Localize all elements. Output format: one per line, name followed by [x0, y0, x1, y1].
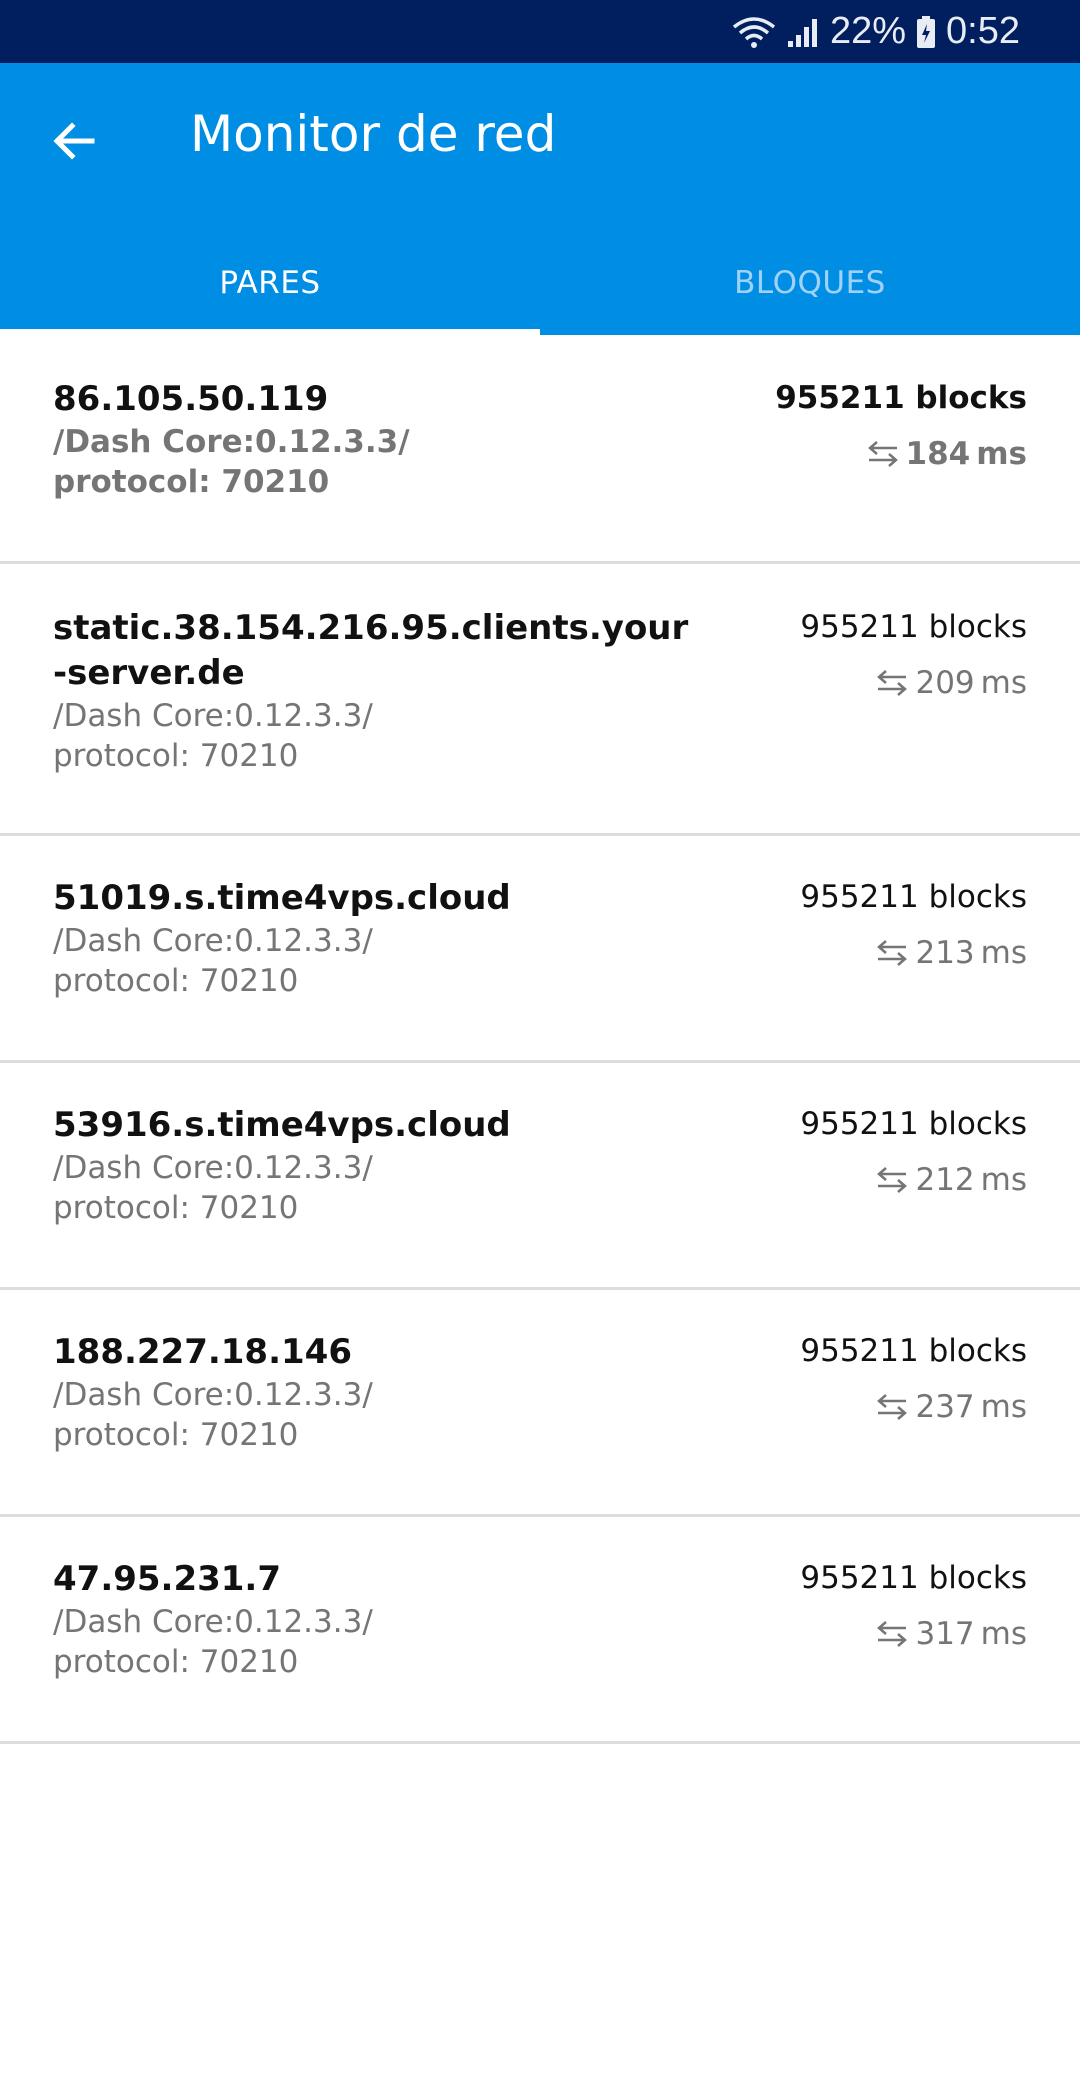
peer-ping: 184: [905, 436, 971, 472]
peer-row[interactable]: 86.105.50.119 /Dash Core:0.12.3.3/ proto…: [0, 335, 1080, 564]
peer-ping: 213: [915, 935, 975, 971]
peer-protocol: protocol: 70210: [53, 1190, 299, 1226]
page-title: Monitor de red: [190, 105, 557, 163]
peer-row[interactable]: 188.227.18.146 /Dash Core:0.12.3.3/ prot…: [0, 1290, 1080, 1517]
swap-arrows-icon: [875, 1392, 909, 1422]
peer-agent: /Dash Core:0.12.3.3/: [53, 1150, 373, 1186]
peer-agent: /Dash Core:0.12.3.3/: [53, 424, 410, 460]
peer-blocks: 955211 blocks: [800, 879, 1027, 915]
peer-protocol: protocol: 70210: [53, 1644, 299, 1680]
peer-row[interactable]: 51019.s.time4vps.cloud /Dash Core:0.12.3…: [0, 836, 1080, 1063]
peer-list: 86.105.50.119 /Dash Core:0.12.3.3/ proto…: [0, 335, 1080, 1744]
clock: 0:52: [946, 10, 1020, 52]
peer-agent: /Dash Core:0.12.3.3/: [53, 1604, 373, 1640]
peer-protocol: protocol: 70210: [53, 963, 299, 999]
peer-ping-unit: ms: [980, 1162, 1027, 1198]
peer-host: 51019.s.time4vps.cloud: [53, 878, 511, 918]
peer-blocks: 955211 blocks: [800, 609, 1027, 645]
peer-ping-unit: ms: [976, 436, 1027, 472]
peer-blocks: 955211 blocks: [800, 1560, 1027, 1596]
tab-label: BLOQUES: [734, 265, 886, 301]
signal-icon: [786, 15, 820, 49]
swap-arrows-icon: [875, 1619, 909, 1649]
peer-ping: 212: [915, 1162, 975, 1198]
status-bar: 22% 0:52: [0, 0, 1080, 63]
peer-host: 53916.s.time4vps.cloud: [53, 1105, 511, 1145]
peer-row[interactable]: 53916.s.time4vps.cloud /Dash Core:0.12.3…: [0, 1063, 1080, 1290]
peer-ping-unit: ms: [980, 935, 1027, 971]
peer-agent: /Dash Core:0.12.3.3/: [53, 923, 373, 959]
peer-host: 188.227.18.146: [53, 1332, 352, 1372]
swap-arrows-icon: [875, 938, 909, 968]
tab-label: PARES: [219, 265, 321, 301]
peer-agent: /Dash Core:0.12.3.3/: [53, 1377, 373, 1413]
tab-bar: PARES BLOQUES: [0, 231, 1080, 335]
peer-ping: 209: [915, 665, 975, 701]
peer-protocol: protocol: 70210: [53, 1417, 299, 1453]
peer-ping-unit: ms: [980, 1389, 1027, 1425]
back-button[interactable]: [32, 101, 116, 185]
tab-bloques[interactable]: BLOQUES: [540, 231, 1080, 335]
peer-host: 47.95.231.7: [53, 1559, 282, 1599]
peer-blocks: 955211 blocks: [775, 380, 1027, 416]
peer-ping: 237: [915, 1389, 975, 1425]
app-bar: Monitor de red PARES BLOQUES: [0, 63, 1080, 335]
arrow-left-icon: [50, 117, 98, 169]
wifi-icon: [732, 15, 776, 49]
peer-ping-unit: ms: [980, 665, 1027, 701]
swap-arrows-icon: [866, 439, 900, 469]
peer-row[interactable]: 47.95.231.7 /Dash Core:0.12.3.3/ protoco…: [0, 1517, 1080, 1744]
battery-icon: [916, 15, 936, 49]
peer-row[interactable]: static.38.154.216.95.clients.your-server…: [0, 564, 1080, 836]
peer-blocks: 955211 blocks: [800, 1333, 1027, 1369]
battery-percent: 22%: [829, 10, 907, 52]
peer-host: 86.105.50.119: [53, 379, 329, 419]
peer-host: static.38.154.216.95.clients.your-server…: [53, 608, 689, 693]
tab-pares[interactable]: PARES: [0, 231, 540, 335]
swap-arrows-icon: [875, 668, 909, 698]
peer-ping: 317: [915, 1616, 975, 1652]
peer-protocol: protocol: 70210: [53, 738, 299, 774]
swap-arrows-icon: [875, 1165, 909, 1195]
peer-protocol: protocol: 70210: [53, 464, 330, 500]
peer-ping-unit: ms: [980, 1616, 1027, 1652]
peer-blocks: 955211 blocks: [800, 1106, 1027, 1142]
peer-agent: /Dash Core:0.12.3.3/: [53, 698, 373, 734]
status-icons: 22% 0:52: [732, 0, 1020, 63]
